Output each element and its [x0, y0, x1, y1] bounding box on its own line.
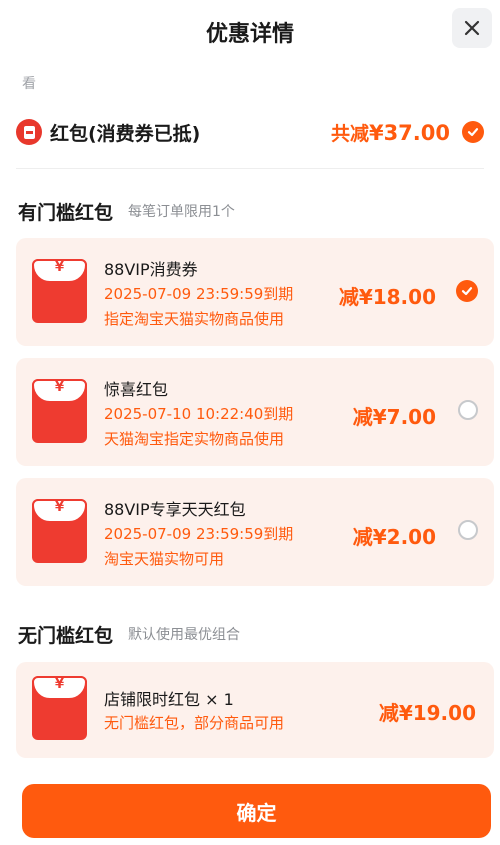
coupon-amount: 减¥18.00: [339, 281, 436, 310]
red-envelope-icon: ¥: [32, 676, 87, 740]
header: 优惠详情: [0, 0, 500, 66]
coupon-amount: 减¥7.00: [353, 401, 436, 430]
coupon-name: 惊喜红包: [104, 380, 169, 399]
summary-total-amount: ¥37.00: [368, 121, 450, 145]
coupon-amount-value: ¥7.00: [372, 405, 436, 429]
coupon-name: 店铺限时红包 × 1: [104, 690, 234, 709]
coupon-amount: 减¥2.00: [353, 521, 436, 550]
coupon-expiry: 2025-07-09 23:59:59到期: [104, 525, 294, 543]
coupon-amount-value: ¥19.00: [398, 701, 476, 725]
coupon-scope: 无门槛红包，部分商品可用: [104, 714, 285, 732]
threshold-section-subtitle: 每笔订单限用1个: [128, 204, 235, 220]
coupon-amount-prefix: 减: [378, 701, 399, 725]
envelope-yen-symbol: ¥: [54, 677, 65, 692]
coupon-amount-prefix: 减: [338, 285, 359, 309]
confirm-button[interactable]: 确定: [22, 784, 491, 838]
close-button[interactable]: [452, 8, 492, 48]
summary-total: 共减¥37.00: [331, 119, 450, 146]
coupon-scope: 指定淘宝天猫实物商品使用: [104, 310, 285, 328]
coupon-radio-icon[interactable]: [458, 520, 478, 540]
coupon-scope: 淘宝天猫实物可用: [104, 550, 225, 568]
hint-text: 看: [22, 76, 36, 92]
page-title: 优惠详情: [205, 22, 294, 47]
coupon-card[interactable]: ¥ 88VIP消费券 2025-07-09 23:59:59到期 指定淘宝天猫实…: [16, 238, 494, 346]
red-envelope-icon: ¥: [32, 379, 87, 443]
coupon-radio-icon[interactable]: [458, 400, 478, 420]
coupon-card[interactable]: ¥ 惊喜红包 2025-07-10 10:22:40到期 天猫淘宝指定实物商品使…: [16, 358, 494, 466]
divider: [16, 168, 484, 169]
envelope-yen-symbol: ¥: [54, 380, 65, 395]
summary-total-prefix: 共减: [330, 123, 369, 145]
coupon-expiry: 2025-07-10 10:22:40到期: [104, 405, 294, 423]
coupon-amount-prefix: 减: [352, 405, 373, 429]
envelope-yen-symbol: ¥: [54, 260, 65, 275]
summary-check-icon[interactable]: [462, 121, 484, 143]
summary-label: 红包(消费券已抵): [50, 123, 201, 145]
coupon-selected-icon[interactable]: [456, 280, 478, 302]
coupon-name: 88VIP专享天天红包: [104, 500, 246, 519]
red-envelope-icon: ¥: [32, 259, 87, 323]
no-threshold-section-title: 无门槛红包: [18, 625, 114, 647]
coupon-scope: 天猫淘宝指定实物商品使用: [104, 430, 285, 448]
coupon-amount-value: ¥18.00: [358, 285, 436, 309]
coupon-amount-prefix: 减: [352, 525, 373, 549]
coupon-amount-value: ¥2.00: [372, 525, 436, 549]
red-packet-icon: [16, 119, 42, 145]
red-envelope-icon: ¥: [32, 499, 87, 563]
no-threshold-section-subtitle: 默认使用最优组合: [128, 627, 240, 643]
coupon-card[interactable]: ¥ 88VIP专享天天红包 2025-07-09 23:59:59到期 淘宝天猫…: [16, 478, 494, 586]
close-icon: [464, 20, 480, 36]
red-packet-summary[interactable]: 红包(消费券已抵) 共减¥37.00: [16, 114, 484, 154]
threshold-section-title: 有门槛红包: [18, 202, 114, 224]
shop-coupon-card[interactable]: ¥ 店铺限时红包 × 1 无门槛红包，部分商品可用 减¥19.00: [16, 662, 494, 758]
coupon-expiry: 2025-07-09 23:59:59到期: [104, 285, 294, 303]
envelope-yen-symbol: ¥: [54, 500, 65, 515]
coupon-name: 88VIP消费券: [104, 260, 198, 279]
coupon-amount: 减¥19.00: [379, 697, 476, 726]
